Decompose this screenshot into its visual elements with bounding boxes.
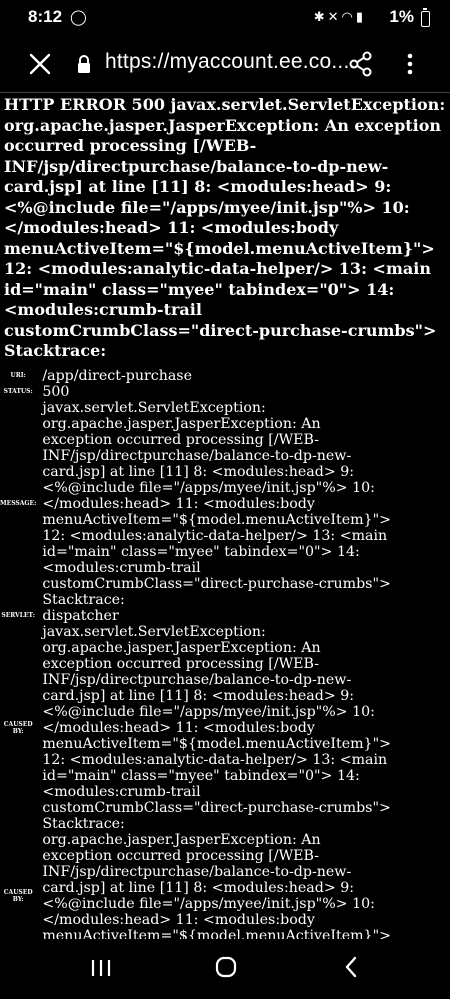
bluetooth-icon: ✱ [313,9,328,24]
page-content: HTTP ERROR 500 javax.servlet.ServletExce… [0,93,450,939]
row-value: /app/direct-purchase [42,367,192,384]
table-row: MESSAGE: javax.servlet.ServletException:… [0,400,391,608]
table-row: CAUSED BY: javax.servlet.ServletExceptio… [0,624,391,832]
table-row: URI: /app/direct-purchase [0,368,391,384]
url-bar[interactable]: https://myaccount.ee.co.... [105,50,356,74]
close-icon[interactable] [22,46,58,82]
row-label: STATUS: [3,388,33,395]
signal-icon: ▮ [355,9,366,24]
row-label: CAUSED BY: [3,720,33,735]
row-label: URI: [10,372,26,379]
row-value: javax.servlet.ServletException: org.apac… [42,623,391,832]
navigation-bar [0,939,450,999]
lock-icon [76,54,92,74]
row-value: javax.servlet.ServletException: org.apac… [42,399,391,608]
wifi-icon: ◠ [341,9,356,24]
more-options-icon[interactable] [398,50,422,78]
recent-apps-icon[interactable] [90,959,112,977]
table-row: CAUSED BY: org.apache.jasper.JasperExcep… [0,832,391,940]
status-icons: ✱✕◠▮ [314,9,366,25]
row-label: CAUSED BY: [3,888,33,903]
mute-icon: ✕ [327,9,342,24]
table-row: STATUS: 500 [0,384,391,400]
battery-icon [421,8,430,27]
table-row: SERVLET: dispatcher [0,608,391,624]
status-time: 8:12 [28,7,63,26]
share-icon[interactable] [347,50,375,78]
whatsapp-icon: ◯ [70,9,87,26]
status-bar: 8:12 ◯ ✱✕◠▮ 1% [0,0,450,36]
row-label: MESSAGE: [0,500,37,507]
row-value: dispatcher [42,607,119,624]
browser-toolbar: https://myaccount.ee.co.... [0,36,450,92]
row-value: org.apache.jasper.JasperException: An ex… [42,831,391,940]
error-details-table: URI: /app/direct-purchase STATUS: 500 ME… [0,368,391,940]
back-icon[interactable] [343,955,359,979]
battery-percent: 1% [389,7,414,26]
row-value: 500 [42,383,70,400]
home-icon[interactable] [215,956,237,978]
row-label: SERVLET: [1,612,35,619]
error-heading: HTTP ERROR 500 javax.servlet.ServletExce… [4,95,446,360]
